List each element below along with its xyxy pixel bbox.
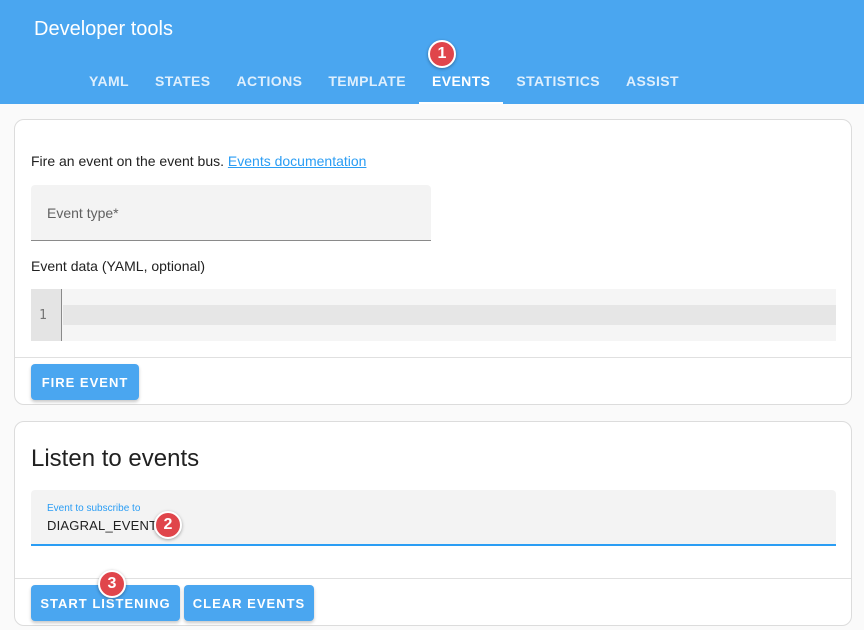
step-2-badge: 2 — [154, 511, 182, 539]
event-type-field[interactable]: Event type* — [31, 185, 431, 241]
tab-assist[interactable]: ASSIST — [613, 58, 692, 104]
listen-events-title: Listen to events — [31, 445, 200, 472]
events-documentation-link[interactable]: Events documentation — [228, 153, 367, 169]
card-divider — [15, 578, 851, 579]
editor-active-line[interactable] — [63, 305, 836, 325]
subscribe-event-label: Event to subscribe to — [47, 503, 141, 514]
step-3-badge: 3 — [98, 570, 126, 598]
page-title: Developer tools — [34, 18, 173, 40]
event-data-editor[interactable]: 1 — [31, 289, 836, 341]
step-1-badge: 1 — [428, 40, 456, 68]
tab-template[interactable]: TEMPLATE — [315, 58, 419, 104]
fire-event-card: Fire an event on the event bus. Events d… — [14, 119, 852, 405]
tab-states[interactable]: STATES — [142, 58, 224, 104]
editor-gutter: 1 — [31, 289, 62, 341]
tab-statistics[interactable]: STATISTICS — [503, 58, 613, 104]
fire-event-description-text: Fire an event on the event bus. — [31, 153, 225, 169]
event-type-label: Event type* — [47, 205, 119, 221]
subscribe-event-field[interactable]: Event to subscribe to DIAGRAL_EVENT — [31, 490, 836, 546]
tab-yaml[interactable]: YAML — [76, 58, 142, 104]
event-data-label: Event data (YAML, optional) — [31, 258, 206, 274]
tab-events[interactable]: EVENTS — [418, 58, 504, 104]
fire-event-button[interactable]: FIRE EVENT — [31, 364, 139, 400]
editor-line-number: 1 — [39, 308, 47, 323]
clear-events-button[interactable]: CLEAR EVENTS — [184, 585, 314, 621]
tab-actions[interactable]: ACTIONS — [224, 58, 316, 104]
subscribe-event-value: DIAGRAL_EVENT — [47, 518, 158, 533]
fire-event-description: Fire an event on the event bus. Events d… — [31, 153, 366, 169]
listen-events-card: Listen to events Event to subscribe to D… — [14, 421, 852, 626]
card-divider — [15, 357, 851, 358]
tab-bar: YAML STATES ACTIONS TEMPLATE EVENTS STAT… — [76, 58, 692, 104]
